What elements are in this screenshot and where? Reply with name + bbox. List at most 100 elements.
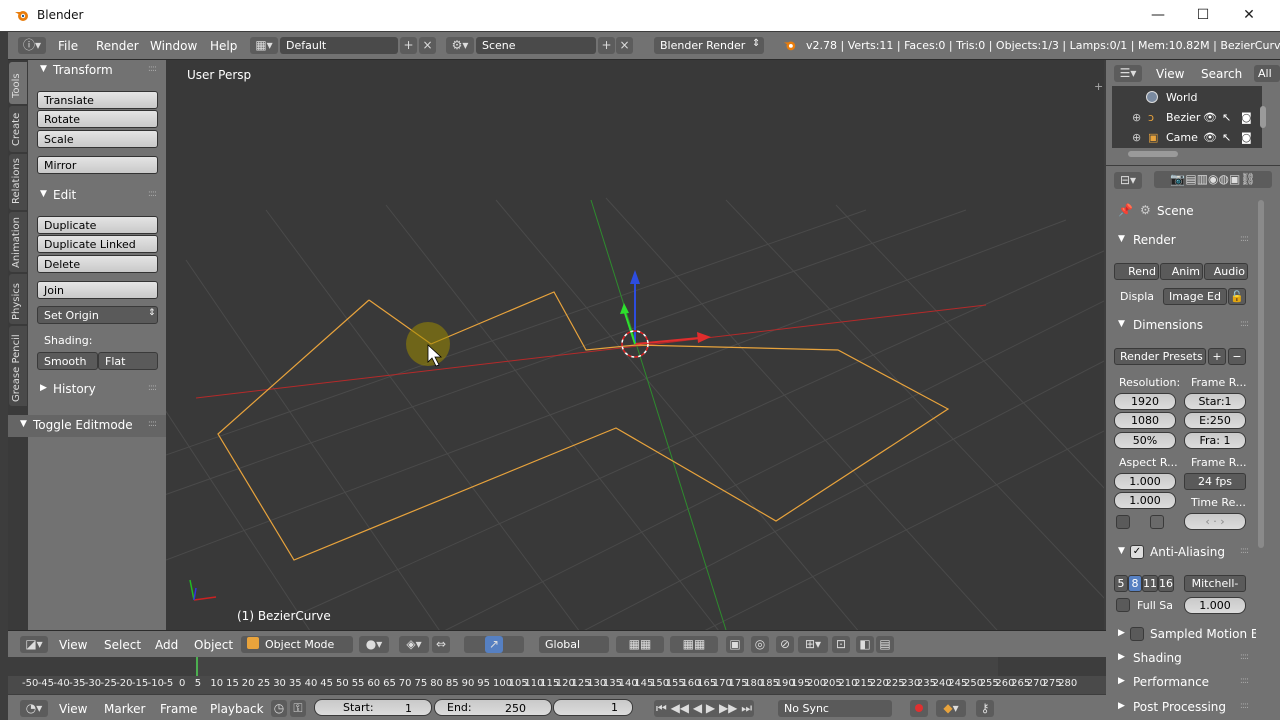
menu-window[interactable]: Window	[150, 39, 197, 53]
scene-field[interactable]: Scene	[476, 37, 596, 54]
render-panel-header[interactable]: ▼ Render ::::	[1110, 230, 1252, 252]
timeline-ruler[interactable]: -50 -45 -40 -35 -30 -25 -20 -15 -10 -5 0 5 10 15 20 25 3…	[8, 676, 1106, 694]
duplicate-button[interactable]: Duplicate	[37, 216, 158, 234]
x-arrow-head-icon[interactable]	[697, 332, 711, 343]
outliner-vscrollbar[interactable]	[1260, 106, 1266, 128]
sampled-motion-blur-panel-header[interactable]: ▶ Sampled Motion Bl	[1110, 624, 1256, 646]
end-frame-field[interactable]: End:	[434, 699, 552, 716]
render-engine-select[interactable]: Blender Render	[654, 37, 764, 54]
motion-blur-checkbox[interactable]	[1130, 627, 1144, 641]
filter-size-field[interactable]: 1.000	[1184, 597, 1246, 614]
translate-button[interactable]: Translate	[37, 91, 158, 109]
outliner-filter-select[interactable]: All	[1254, 65, 1280, 82]
render-animation-icon[interactable]: ▤	[876, 636, 894, 653]
visibility-eye-icon[interactable]: 👁	[1203, 108, 1217, 127]
pin-icon[interactable]: 📌	[1118, 203, 1133, 217]
tab-relations[interactable]: Relations	[9, 154, 27, 210]
render-preview-icon[interactable]: ◧	[856, 636, 874, 653]
tab-tools[interactable]: Tools	[9, 62, 27, 104]
aspect-y-field[interactable]: 1.000	[1114, 492, 1176, 509]
aa-samples-8[interactable]: 8	[1128, 575, 1142, 592]
menu-file[interactable]: File	[58, 39, 78, 53]
transform-panel-header[interactable]: ▼ Transform ::::	[28, 60, 166, 82]
post-processing-panel-header[interactable]: ▶ Post Processing ::::	[1110, 697, 1252, 719]
editor-type-timeline-icon[interactable]: ◔▾	[20, 700, 48, 717]
menu-select[interactable]: Select	[104, 638, 141, 652]
aa-samples-16[interactable]: 16	[1158, 575, 1174, 592]
set-origin-dropdown[interactable]: Set Origin	[37, 306, 158, 324]
render-camera-icon[interactable]: ◙	[1241, 128, 1252, 147]
anti-aliasing-panel-header[interactable]: ▼ ✓ Anti-Aliasing ::::	[1110, 542, 1252, 564]
outliner-item-world[interactable]: World	[1112, 88, 1262, 107]
minimize-button[interactable]: —	[1143, 5, 1173, 25]
aa-filter-select[interactable]: Mitchell-	[1184, 575, 1246, 592]
menu-playback[interactable]: Playback	[210, 702, 264, 716]
fps-select[interactable]: 24 fps	[1184, 473, 1246, 490]
outliner-item-bezier[interactable]: ⊕ ↄ Bezier 👁 ↖ ◙	[1112, 108, 1262, 127]
outliner-item-camera[interactable]: ⊕ ▣ Came 👁 ↖ ◙	[1112, 128, 1262, 147]
drag-grip-icon[interactable]: ::::	[1240, 234, 1249, 244]
expand-plus-icon[interactable]: ⊕	[1132, 128, 1141, 147]
keying-set-icon[interactable]: ◆▾	[936, 700, 966, 717]
add-scene-icon[interactable]: +	[598, 37, 615, 54]
add-layout-icon[interactable]: +	[400, 37, 417, 54]
snap-target-icon[interactable]: ⊡	[832, 636, 850, 653]
duplicate-linked-button[interactable]: Duplicate Linked	[37, 235, 158, 253]
keyframe-insert-icon[interactable]: ⚷	[976, 700, 994, 717]
x-manipulator-arrow[interactable]	[634, 337, 700, 345]
selectable-arrow-icon[interactable]: ↖	[1222, 108, 1231, 127]
menu-marker[interactable]: Marker	[104, 702, 145, 716]
preview-range-icon[interactable]: ◷	[271, 700, 287, 717]
mirror-button[interactable]: Mirror	[37, 156, 158, 174]
properties-vscrollbar[interactable]	[1258, 200, 1264, 548]
frame-end-field[interactable]: E:250	[1184, 412, 1246, 429]
menu-view[interactable]: View	[59, 638, 87, 652]
proportional-edit-icon[interactable]: ◎	[751, 636, 769, 653]
remove-scene-icon[interactable]: ×	[616, 37, 633, 54]
smooth-button[interactable]: Smooth	[37, 352, 98, 370]
drag-grip-icon[interactable]: ::::	[148, 189, 157, 199]
viewport-shading-icon[interactable]: ●▾	[359, 636, 389, 653]
drag-grip-icon[interactable]: ::::	[1240, 652, 1249, 662]
dimensions-panel-header[interactable]: ▼ Dimensions ::::	[1110, 315, 1252, 337]
render-camera-icon[interactable]: ◙	[1241, 108, 1252, 127]
time-remap-field[interactable]: ‹ · ›	[1184, 513, 1246, 530]
snap-element-icon[interactable]: ⊞▾	[798, 636, 828, 653]
y-arrow-head-icon[interactable]	[620, 303, 629, 314]
menu-timeline-view[interactable]: View	[59, 702, 87, 716]
render-image-button[interactable]: Rend	[1114, 263, 1159, 280]
layers-grid-1[interactable]: ▦▦	[616, 636, 664, 653]
bezier-curve[interactable]	[217, 291, 950, 561]
tab-physics[interactable]: Physics	[9, 274, 27, 324]
close-button[interactable]: ✕	[1234, 5, 1264, 25]
menu-render[interactable]: Render	[96, 39, 139, 53]
editor-type-3d-icon[interactable]: ◪▾	[20, 636, 48, 653]
start-frame-field[interactable]: Start:	[314, 699, 432, 716]
playback-controls[interactable]: ⏮ ◀◀ ◀ ▶ ▶▶ ⏭	[654, 700, 754, 717]
frame-step-field[interactable]: Fra: 1	[1184, 432, 1246, 449]
aspect-x-field[interactable]: 1.000	[1114, 473, 1176, 490]
drag-grip-icon[interactable]: ::::	[148, 383, 157, 393]
3d-viewport[interactable]: + User Persp (1) BezierCurve	[166, 60, 1104, 630]
aa-samples-11[interactable]: 11	[1142, 575, 1158, 592]
lock-range-icon[interactable]: ⚿	[290, 700, 306, 717]
anti-aliasing-checkbox[interactable]: ✓	[1130, 545, 1144, 559]
drag-grip-icon[interactable]: ::::	[1240, 319, 1249, 329]
layers-grid-2[interactable]: ▦▦	[670, 636, 718, 653]
drag-grip-icon[interactable]: ::::	[1240, 546, 1249, 556]
tab-animation[interactable]: Animation	[9, 212, 27, 272]
performance-panel-header[interactable]: ▶ Performance ::::	[1110, 672, 1252, 694]
history-panel-header[interactable]: ▶ History ::::	[28, 379, 166, 401]
flat-button[interactable]: Flat	[98, 352, 158, 370]
menu-add[interactable]: Add	[155, 638, 178, 652]
y-manipulator-arrow[interactable]	[623, 309, 636, 345]
crop-checkbox[interactable]	[1150, 515, 1164, 529]
screen-layout-icon[interactable]: ▦▾	[250, 37, 278, 54]
render-animation-button[interactable]: Anim	[1160, 263, 1203, 280]
resolution-y-field[interactable]: 1080	[1114, 412, 1176, 429]
tab-grease-pencil[interactable]: Grease Pencil	[9, 326, 27, 406]
properties-context-tabs[interactable]: 📷▤▥◉◍▣⛓	[1154, 171, 1272, 188]
lock-interface-icon[interactable]: 🔓	[1228, 288, 1246, 305]
selectable-arrow-icon[interactable]: ↖	[1222, 128, 1231, 147]
shading-panel-header[interactable]: ▶ Shading ::::	[1110, 648, 1252, 670]
